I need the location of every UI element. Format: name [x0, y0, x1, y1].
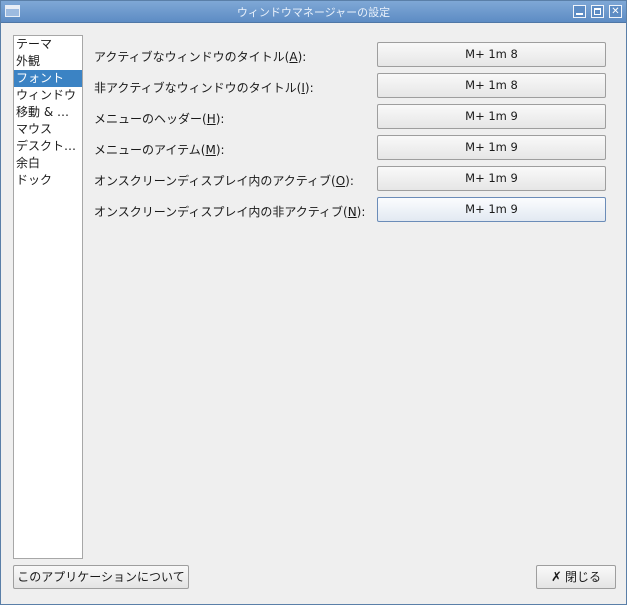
- inactive-title-font-button[interactable]: M+ 1m 8: [377, 73, 606, 98]
- menu-header-label: メニューのヘッダー(H):: [94, 112, 225, 126]
- close-button[interactable]: ✗ 閉じる: [536, 565, 616, 589]
- sidebar-item-margins[interactable]: 余白: [14, 155, 82, 172]
- close-button-label: 閉じる: [564, 570, 601, 584]
- about-button[interactable]: このアプリケーションについて: [13, 565, 189, 589]
- osd-active-label: オンスクリーンディスプレイ内のアクティブ(O):: [94, 174, 354, 188]
- osd-inactive-font-button[interactable]: M+ 1m 9: [377, 197, 606, 222]
- sidebar-item-theme[interactable]: テーマ: [14, 36, 82, 53]
- title-bar[interactable]: ウィンドウマネージャーの設定 ✕: [1, 1, 626, 23]
- osd-inactive-label: オンスクリーンディスプレイ内の非アクティブ(N):: [94, 205, 366, 219]
- active-title-font-button[interactable]: M+ 1m 8: [377, 42, 606, 67]
- minimize-button[interactable]: [573, 5, 586, 18]
- sidebar-item-fonts[interactable]: フォント: [14, 70, 82, 87]
- sidebar-item-dock[interactable]: ドック: [14, 172, 82, 189]
- menu-header-font-button[interactable]: M+ 1m 9: [377, 104, 606, 129]
- window-title: ウィンドウマネージャーの設定: [236, 6, 391, 19]
- sidebar-item-desktops[interactable]: デスクト…: [14, 138, 82, 155]
- sidebar-item-mouse[interactable]: マウス: [14, 121, 82, 138]
- inactive-title-label: 非アクティブなウィンドウのタイトル(I):: [94, 81, 314, 95]
- close-window-button[interactable]: ✕: [609, 5, 622, 18]
- sidebar-item-move-resize[interactable]: 移動 & …: [14, 104, 82, 121]
- close-icon: ✗: [551, 570, 562, 585]
- menu-item-label: メニューのアイテム(M):: [94, 143, 225, 157]
- category-list[interactable]: テーマ 外観 フォント ウィンドウ 移動 & … マウス デスクト… 余白 ドッ…: [13, 35, 83, 559]
- menu-item-font-button[interactable]: M+ 1m 9: [377, 135, 606, 160]
- maximize-button[interactable]: [591, 5, 604, 18]
- settings-window: ウィンドウマネージャーの設定 ✕ テーマ 外観 フォント ウィンドウ 移動 & …: [0, 0, 627, 605]
- sidebar-item-windows[interactable]: ウィンドウ: [14, 87, 82, 104]
- active-title-label: アクティブなウィンドウのタイトル(A):: [94, 50, 307, 64]
- sidebar-item-appearance[interactable]: 外観: [14, 53, 82, 70]
- osd-active-font-button[interactable]: M+ 1m 9: [377, 166, 606, 191]
